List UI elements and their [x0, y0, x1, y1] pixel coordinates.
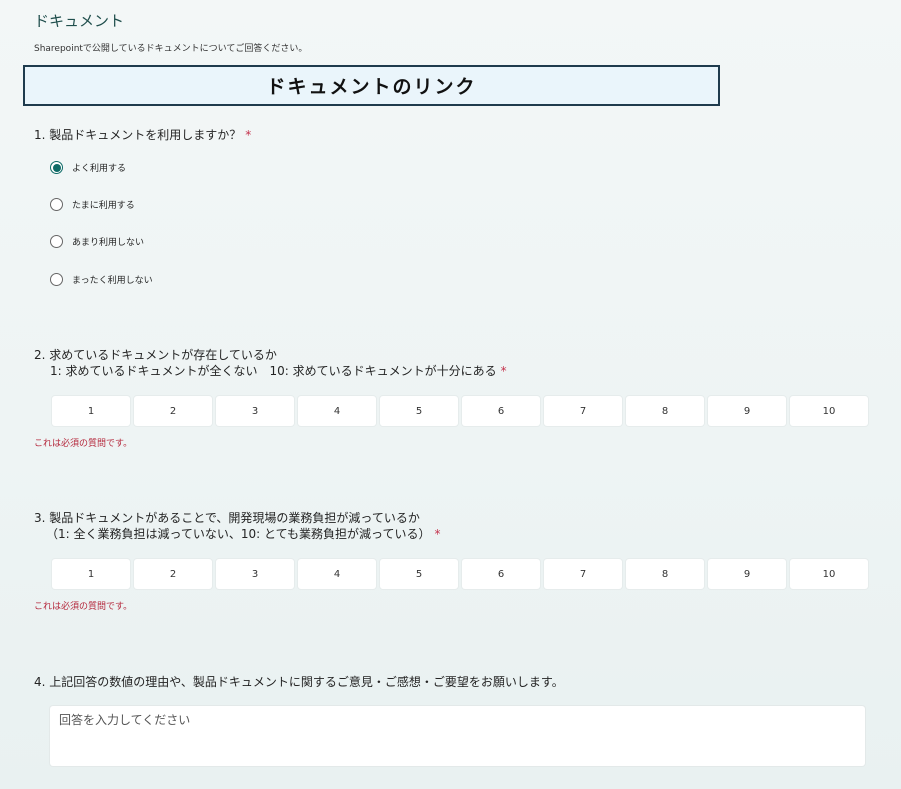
radio-button[interactable]: [50, 198, 63, 211]
answer-textarea[interactable]: 回答を入力してください: [50, 706, 865, 766]
rating-option-2[interactable]: 2: [134, 559, 212, 589]
rating-option-9[interactable]: 9: [708, 396, 786, 426]
question-3-text: 3. 製品ドキュメントがあることで、開発現場の業務負担が減っているか: [34, 511, 420, 525]
rating-option-8[interactable]: 8: [626, 396, 704, 426]
rating-option-5[interactable]: 5: [380, 559, 458, 589]
rating-option-8[interactable]: 8: [626, 559, 704, 589]
required-mark: *: [500, 364, 507, 378]
rating-option-10[interactable]: 10: [790, 396, 868, 426]
question-2-scale-description: 1: 求めているドキュメントが全くない 10: 求めているドキュメントが十分にあ…: [50, 364, 497, 378]
rating-option-3[interactable]: 3: [216, 559, 294, 589]
required-mark: *: [245, 128, 252, 142]
required-mark: *: [434, 527, 441, 541]
rating-option-4[interactable]: 4: [298, 559, 376, 589]
rating-option-9[interactable]: 9: [708, 559, 786, 589]
rating-option-1[interactable]: 1: [52, 396, 130, 426]
radio-option-never[interactable]: まったく利用しない: [50, 273, 153, 286]
radio-option-often[interactable]: よく利用する: [50, 161, 126, 174]
rating-option-5[interactable]: 5: [380, 396, 458, 426]
rating-option-6[interactable]: 6: [462, 559, 540, 589]
rating-option-4[interactable]: 4: [298, 396, 376, 426]
radio-button[interactable]: [50, 273, 63, 286]
radio-option-label: たまに利用する: [72, 201, 135, 211]
question-1-title: 1. 製品ドキュメントを利用しますか？ *: [34, 127, 251, 143]
radio-option-label: よく利用する: [72, 164, 127, 174]
radio-button[interactable]: [50, 161, 63, 174]
rating-option-3[interactable]: 3: [216, 396, 294, 426]
radio-option-rarely[interactable]: あまり利用しない: [50, 235, 144, 248]
form-description: Sharepointで公開しているドキュメントについてご回答ください。: [34, 44, 308, 54]
form-title: ドキュメント: [34, 12, 125, 30]
required-error-q3: これは必須の質問です。: [34, 602, 133, 612]
question-3-title: 3. 製品ドキュメントがあることで、開発現場の業務負担が減っているか （1: 全…: [34, 510, 440, 542]
required-error-q2: これは必須の質問です。: [34, 439, 133, 449]
question-2-text: 2. 求めているドキュメントが存在しているか: [34, 348, 277, 362]
question-1-text: 1. 製品ドキュメントを利用しますか？: [34, 128, 242, 142]
radio-option-label: あまり利用しない: [72, 238, 145, 248]
rating-option-2[interactable]: 2: [134, 396, 212, 426]
rating-option-1[interactable]: 1: [52, 559, 130, 589]
rating-option-7[interactable]: 7: [544, 396, 622, 426]
rating-scale-q2: 1 2 3 4 5 6 7 8 9 10: [52, 396, 868, 426]
question-3-scale-description: （1: 全く業務負担は減っていない、10: とても業務負担が減っている）: [46, 527, 431, 541]
rating-option-6[interactable]: 6: [462, 396, 540, 426]
rating-option-7[interactable]: 7: [544, 559, 622, 589]
radio-button[interactable]: [50, 235, 63, 248]
question-4-title: 4. 上記回答の数値の理由や、製品ドキュメントに関するご意見・ご感想・ご要望をお…: [34, 675, 564, 689]
rating-scale-q3: 1 2 3 4 5 6 7 8 9 10: [52, 559, 868, 589]
question-2-title: 2. 求めているドキュメントが存在しているか 1: 求めているドキュメントが全く…: [34, 347, 507, 379]
radio-option-sometimes[interactable]: たまに利用する: [50, 198, 135, 211]
radio-option-label: まったく利用しない: [72, 276, 153, 286]
rating-option-10[interactable]: 10: [790, 559, 868, 589]
document-link-banner[interactable]: ドキュメントのリンク: [23, 65, 720, 106]
